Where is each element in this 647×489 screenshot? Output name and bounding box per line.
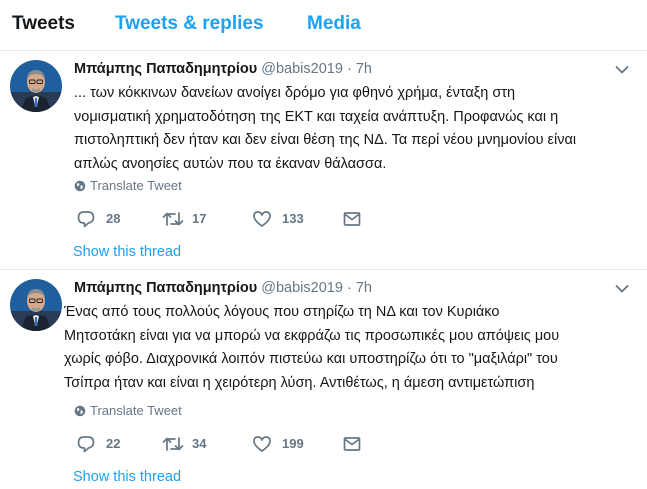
- tweet-text-line: Τσίπρα ήταν και είναι η χειρότερη λύση. …: [64, 374, 535, 391]
- heart-icon: [253, 436, 271, 452]
- like-count: 133: [282, 211, 304, 226]
- translate-tweet-label: Translate Tweet: [90, 403, 182, 418]
- author-handle[interactable]: @babis2019: [261, 61, 343, 77]
- translate-tweet-link[interactable]: Translate Tweet: [74, 403, 182, 418]
- reply-icon: [77, 211, 95, 228]
- tweet-text-line: απλώς ανοησίες αυτών που τα έκαναν θάλασ…: [74, 155, 387, 172]
- translate-tweet-label: Translate Tweet: [90, 178, 182, 193]
- tab-tweets-and-replies[interactable]: Tweets & replies: [115, 13, 264, 35]
- tab-media[interactable]: Media: [307, 13, 361, 35]
- avatar-image: [10, 279, 62, 331]
- heart-icon: [253, 211, 271, 227]
- timestamp[interactable]: 7h: [356, 61, 372, 77]
- avatar[interactable]: [10, 279, 62, 331]
- tweet-text-line: Μητσοτάκη είναι για να μπορώ να εκφράζω …: [64, 327, 560, 344]
- separator: ·: [346, 280, 352, 296]
- tweet-text-line: πιστοληπτική δεν ήταν και δεν είναι θέση…: [74, 132, 577, 148]
- tweet-text-line: Ένας από τους πολλούς λόγους που στηρίζω…: [64, 304, 500, 320]
- like-count: 199: [282, 436, 304, 451]
- show-thread-link[interactable]: Show this thread: [73, 469, 181, 485]
- tweet-actions: 22 34 199: [76, 434, 376, 454]
- retweet-icon: [162, 212, 184, 226]
- tweet-text: Ένας από τους πολλούς λόγους που στηρίζω…: [64, 301, 632, 395]
- tweet-actions: 28 17 133: [76, 209, 376, 229]
- tweet[interactable]: Μπάμπης Παπαδημητρίου @babis2019 · 7h ..…: [0, 51, 647, 270]
- retweet-icon: [162, 437, 184, 451]
- reply-count: 22: [106, 436, 121, 451]
- reply-count: 28: [106, 211, 121, 226]
- tweet-text-line: χωρίς φόβο. Διαχρονικά λοιπόν πιστεύω κα…: [64, 351, 558, 367]
- globe-icon: [74, 405, 86, 417]
- author-name[interactable]: Μπάμπης Παπαδημητρίου: [74, 61, 257, 77]
- translate-tweet-link[interactable]: Translate Tweet: [74, 178, 182, 193]
- tweet-text-line: νομισματική χρηματοδότηση της ΕΚΤ και τα…: [74, 108, 559, 125]
- tweet[interactable]: Μπάμπης Παπαδημητρίου @babis2019 · 7h Έν…: [0, 270, 647, 489]
- avatar-image: [10, 60, 62, 112]
- tab-tweets[interactable]: Tweets: [12, 13, 75, 35]
- chevron-down-icon[interactable]: [615, 65, 629, 75]
- globe-icon: [74, 180, 86, 192]
- author-handle[interactable]: @babis2019: [261, 280, 343, 296]
- retweet-count: 34: [192, 436, 207, 451]
- envelope-icon: [343, 212, 361, 226]
- tweet-header: Μπάμπης Παπαδημητρίου @babis2019 · 7h: [74, 61, 372, 77]
- author-name[interactable]: Μπάμπης Παπαδημητρίου: [74, 280, 257, 296]
- envelope-icon: [343, 437, 361, 451]
- avatar[interactable]: [10, 60, 62, 112]
- tweet-text: ... των κόκκινων δανείων ανοίγει δρόμο γ…: [74, 82, 632, 176]
- tweet-header: Μπάμπης Παπαδημητρίου @babis2019 · 7h: [74, 280, 372, 296]
- show-thread-link[interactable]: Show this thread: [73, 244, 181, 260]
- reply-icon: [77, 436, 95, 453]
- chevron-down-icon[interactable]: [615, 284, 629, 294]
- timestamp[interactable]: 7h: [356, 280, 372, 296]
- profile-tabs: Tweets Tweets & replies Media: [0, 0, 647, 51]
- separator: ·: [346, 61, 352, 77]
- tweet-text-line: ... των κόκκινων δανείων ανοίγει δρόμο γ…: [74, 85, 516, 101]
- retweet-count: 17: [192, 211, 207, 226]
